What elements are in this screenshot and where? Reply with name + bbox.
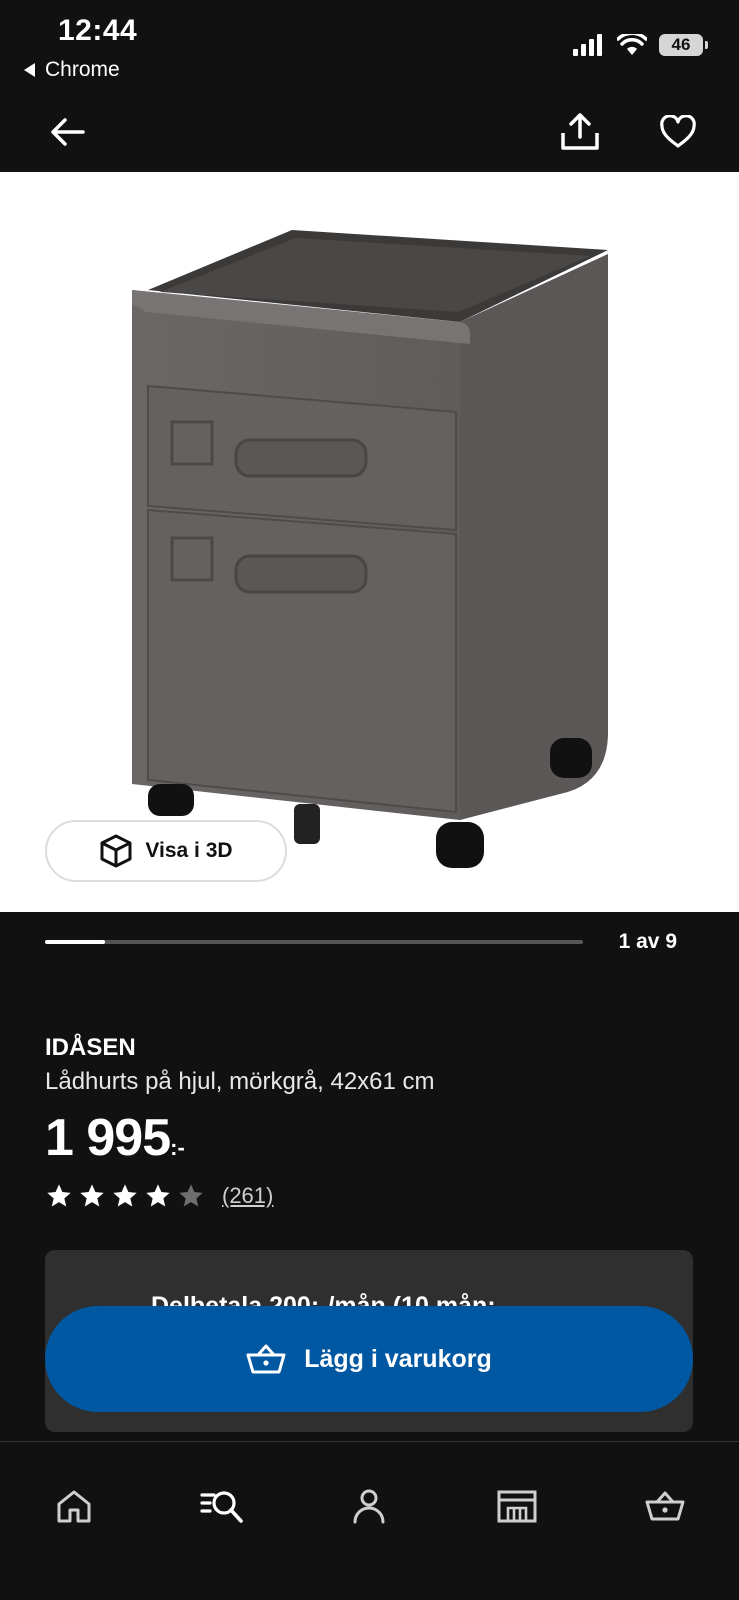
- tab-basket[interactable]: [625, 1466, 705, 1546]
- product-image-area[interactable]: [0, 172, 739, 912]
- status-bar: 12:44 Chrome 46: [0, 0, 739, 90]
- bottom-tab-bar: [0, 1442, 739, 1600]
- cellular-signal-icon: [573, 34, 602, 56]
- heart-icon: [660, 115, 696, 148]
- gallery-counter: 1 av 9: [618, 930, 677, 953]
- gallery-progress-bar: [45, 940, 583, 944]
- battery-indicator: 46: [659, 34, 708, 56]
- product-image: [132, 230, 608, 868]
- basket-icon: [645, 1491, 685, 1521]
- account-icon: [353, 1489, 385, 1524]
- favorite-button[interactable]: [654, 108, 702, 156]
- tab-search[interactable]: [182, 1466, 262, 1546]
- tab-stores[interactable]: [477, 1466, 557, 1546]
- review-count[interactable]: (261): [222, 1183, 273, 1209]
- view-in-3d-label: Visa i 3D: [145, 839, 233, 862]
- star-filled-icon: [80, 1184, 104, 1207]
- star-filled-icon: [113, 1184, 137, 1207]
- arrow-left-icon: [51, 118, 85, 146]
- star-filled-icon: [47, 1184, 71, 1207]
- wifi-icon: [617, 34, 647, 55]
- system-indicators: 46: [573, 34, 708, 56]
- add-to-cart-label: Lägg i varukorg: [304, 1344, 492, 1373]
- product-brand: IDÅSEN: [45, 1034, 136, 1061]
- product-rating[interactable]: (261): [45, 1182, 273, 1210]
- back-app-label: Chrome: [45, 58, 120, 81]
- back-to-app-link[interactable]: Chrome: [24, 58, 120, 82]
- star-filled-icon: [146, 1184, 170, 1207]
- home-icon: [57, 1490, 91, 1523]
- status-time: 12:44: [58, 14, 138, 47]
- tab-home[interactable]: [34, 1466, 114, 1546]
- star-empty-icon: [179, 1184, 203, 1207]
- price-suffix: :-: [170, 1135, 185, 1160]
- view-in-3d-button[interactable]: Visa i 3D: [45, 820, 287, 882]
- gallery-progress-fill: [45, 940, 105, 944]
- share-button[interactable]: [556, 108, 604, 156]
- basket-icon: [246, 1344, 286, 1374]
- add-to-cart-button[interactable]: Lägg i varukorg: [45, 1306, 693, 1412]
- top-navigation: [0, 90, 739, 172]
- search-icon: [200, 1491, 243, 1523]
- back-button[interactable]: [44, 108, 92, 156]
- store-icon: [497, 1490, 537, 1523]
- product-description: Lådhurts på hjul, mörkgrå, 42x61 cm: [45, 1068, 435, 1095]
- price-amount: 1 995: [45, 1109, 171, 1167]
- tab-account[interactable]: [329, 1466, 409, 1546]
- cube-3d-icon: [100, 834, 132, 868]
- back-triangle-icon: [24, 63, 35, 77]
- share-icon: [561, 113, 599, 150]
- product-price: 1 995:-: [45, 1108, 185, 1168]
